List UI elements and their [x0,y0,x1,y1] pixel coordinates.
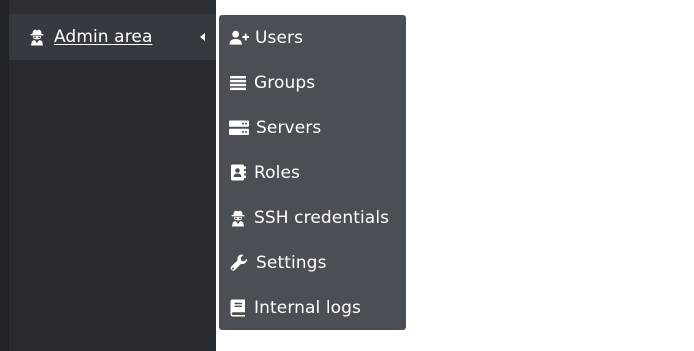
list-icon [229,74,247,92]
server-icon [229,119,249,137]
submenu-item-ssh-credentials[interactable]: SSH credentials [219,195,406,240]
user-secret-icon [28,28,46,46]
submenu-item-groups[interactable]: Groups [219,60,406,105]
submenu-item-label: Settings [256,252,327,273]
submenu-item-internal-logs[interactable]: Internal logs [219,285,406,330]
submenu-item-label: SSH credentials [254,207,390,228]
address-book-icon [229,164,247,182]
caret-left-icon [200,33,205,41]
submenu-item-roles[interactable]: Roles [219,150,406,195]
submenu-item-label: Users [255,27,304,48]
submenu-item-label: Groups [254,72,316,93]
sidebar-item-label: Admin area [54,27,153,47]
submenu-item-servers[interactable]: Servers [219,105,406,150]
book-icon [229,299,247,317]
submenu-item-users[interactable]: Users [219,15,406,60]
submenu-item-label: Internal logs [254,297,361,318]
user-plus-icon [229,29,250,47]
submenu-item-settings[interactable]: Settings [219,240,406,285]
admin-area-submenu: Users Groups Servers Roles SSH credentia… [219,15,406,330]
sidebar-item-admin-area[interactable]: Admin area [9,14,216,60]
sidebar-edge [0,0,9,351]
submenu-item-label: Servers [256,117,322,138]
wrench-icon [229,254,249,272]
page: Admin area Users Groups Servers Roles SS… [0,0,694,351]
sidebar-previous-item[interactable] [9,0,216,14]
sidebar: Admin area [0,0,216,351]
user-secret-icon [229,209,247,227]
submenu-item-label: Roles [254,162,300,183]
